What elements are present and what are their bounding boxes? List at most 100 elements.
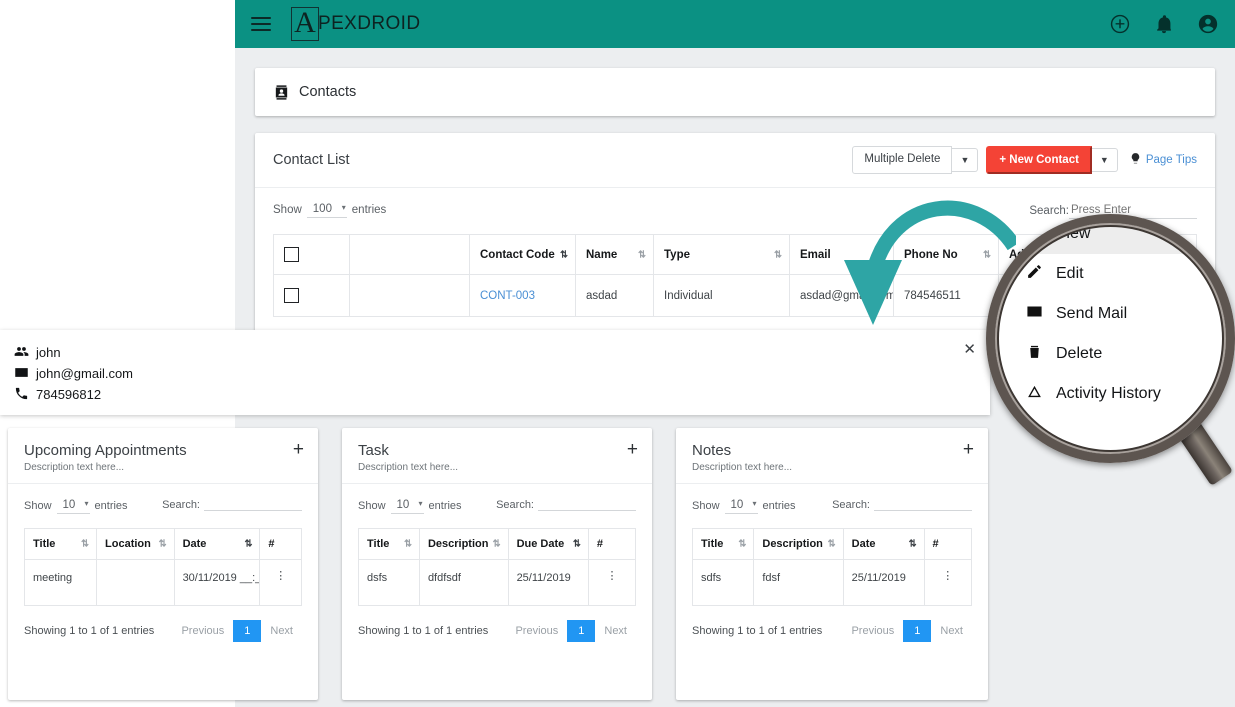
table-row[interactable]: dsfs dfdfsdf 25/11/2019 ⋮: [358, 559, 637, 606]
contact-list-search-input[interactable]: [1069, 202, 1197, 219]
panel-header: Upcoming Appointments Description text h…: [8, 428, 318, 484]
brand-logo[interactable]: A PEXDROID: [291, 7, 420, 41]
panel-page-length-select[interactable]: 10: [390, 498, 424, 514]
contact-name-text: john: [36, 345, 61, 360]
panel-header: Task Description text here... +: [342, 428, 652, 484]
panel-title: Task: [358, 442, 389, 459]
page-header-card: Contacts: [255, 68, 1215, 116]
column-header-date[interactable]: Date ⇅: [173, 528, 261, 560]
table-info: Showing 1 to 1 of 1 entries: [24, 625, 155, 637]
contact-code-link[interactable]: CONT-003: [480, 290, 535, 302]
panel-page-length-select[interactable]: 10: [56, 498, 90, 514]
panel-footer: Showing 1 to 1 of 1 entries Previous 1 N…: [692, 620, 972, 642]
column-header-title[interactable]: Title ⇅: [23, 528, 98, 560]
notifications-bell-icon[interactable]: [1153, 13, 1175, 35]
sort-icon: ⇅: [774, 249, 782, 260]
column-header-due-date[interactable]: Due Date ⇅: [507, 528, 589, 560]
column-header-title[interactable]: Title ⇅: [691, 528, 755, 560]
table-info: Showing 1 to 1 of 1 entries: [692, 625, 823, 637]
search-label: Search:: [1029, 204, 1069, 217]
contact-list-page-length-select[interactable]: 100: [306, 202, 347, 218]
panel-body: Show 10 entries Search: Title⇅ Descripti…: [342, 484, 652, 642]
cell-address: [998, 274, 1109, 317]
add-circle-icon[interactable]: [1109, 13, 1131, 35]
panel-search-input[interactable]: [538, 498, 636, 511]
column-header-title[interactable]: Title ⇅: [358, 528, 420, 560]
contact-name-row: john: [14, 342, 990, 363]
cell-phone: 784546511: [893, 274, 999, 317]
row-actions-kebab-icon[interactable]: ⋮: [259, 559, 302, 606]
new-contact-button[interactable]: + New Contact: [986, 146, 1092, 174]
panel-search: Search:: [162, 498, 302, 511]
phone-icon: [14, 386, 29, 404]
cell-date: 30/11/2019 __:__: [173, 559, 261, 606]
multiple-delete-button[interactable]: Multiple Delete: [852, 146, 953, 174]
page-tips-link[interactable]: Page Tips: [1129, 152, 1197, 168]
add-task-button[interactable]: +: [627, 440, 638, 459]
panel-footer: Showing 1 to 1 of 1 entries Previous 1 N…: [358, 620, 636, 642]
page-tips-label: Page Tips: [1145, 154, 1197, 166]
add-appointment-button[interactable]: +: [293, 440, 304, 459]
panel-search-input[interactable]: [204, 498, 302, 511]
sort-icon: ⇅: [403, 538, 412, 550]
column-header-phone-no[interactable]: Phone No ⇅: [893, 234, 999, 275]
table-row[interactable]: CONT-003 asdad Individual asdad@gmail.co…: [273, 274, 1197, 317]
sort-icon: ⇅: [983, 249, 991, 260]
new-contact-dropdown-caret[interactable]: ▼: [1091, 148, 1118, 172]
column-header-location[interactable]: Location ⇅: [96, 528, 175, 560]
column-header-type[interactable]: Type ⇅: [653, 234, 790, 275]
multiple-delete-dropdown-caret[interactable]: ▼: [952, 147, 979, 173]
next-page-button[interactable]: Next: [261, 620, 302, 642]
contact-quick-view-popup: john john@gmail.com 784596812 ✕: [0, 330, 990, 415]
cell-contact-code: CONT-003: [469, 274, 576, 317]
topbar-actions: [1109, 13, 1219, 35]
page-number-button[interactable]: 1: [233, 620, 262, 642]
table-row[interactable]: meeting 30/11/2019 __:__ ⋮: [23, 559, 302, 606]
column-header-name[interactable]: Name ⇅: [575, 234, 654, 275]
column-header-modified-on[interactable]: Modified O: [1108, 234, 1197, 275]
show-label: Show: [692, 500, 720, 512]
column-header-actions[interactable]: #: [259, 528, 302, 560]
row-actions-kebab-icon[interactable]: ⋮: [587, 559, 637, 606]
contact-list-table: Contact Code ⇅ Name ⇅ Type ⇅ Email ⇅ Pho…: [273, 234, 1197, 317]
column-header-address[interactable]: Address: [998, 234, 1109, 275]
cell-title: sdfs: [691, 559, 755, 606]
contact-list-body: Show 100 entries Search:: [255, 188, 1215, 317]
table-row[interactable]: sdfs fdsf 25/11/2019 ⋮: [691, 559, 973, 606]
next-page-button[interactable]: Next: [595, 620, 636, 642]
close-icon[interactable]: ✕: [963, 342, 976, 357]
previous-page-button[interactable]: Previous: [172, 620, 233, 642]
add-note-button[interactable]: +: [963, 440, 974, 459]
cell-description: fdsf: [753, 559, 844, 606]
entries-label: entries: [428, 500, 462, 512]
sort-icon: ⇅: [492, 538, 501, 550]
column-header-email[interactable]: Email ⇅: [789, 234, 894, 275]
row-checkbox[interactable]: [284, 288, 299, 303]
contact-list-card: Contact List Multiple Delete ▼ + New Con…: [255, 133, 1215, 338]
column-header-date[interactable]: Date ⇅: [842, 528, 925, 560]
column-header-contact-code[interactable]: Contact Code ⇅: [469, 234, 576, 275]
column-header-description[interactable]: Description ⇅: [418, 528, 509, 560]
cell-type: Individual: [653, 274, 790, 317]
row-actions-kebab-icon[interactable]: ⋮: [923, 559, 973, 606]
hamburger-menu-icon[interactable]: [251, 17, 271, 31]
select-all-checkbox[interactable]: [284, 247, 299, 262]
show-label: Show: [358, 500, 386, 512]
row-select-cell: [273, 274, 350, 317]
top-navigation-bar: A PEXDROID: [235, 0, 1235, 48]
panel-search-input[interactable]: [874, 498, 972, 511]
account-circle-icon[interactable]: [1197, 13, 1219, 35]
page-number-button[interactable]: 1: [903, 620, 932, 642]
previous-page-button[interactable]: Previous: [506, 620, 567, 642]
column-header-actions[interactable]: #: [923, 528, 973, 560]
panel-page-length-select[interactable]: 10: [724, 498, 758, 514]
panel-footer: Showing 1 to 1 of 1 entries Previous 1 N…: [24, 620, 302, 642]
page-number-button[interactable]: 1: [567, 620, 596, 642]
column-header-description[interactable]: Description ⇅: [753, 528, 844, 560]
previous-page-button[interactable]: Previous: [842, 620, 903, 642]
next-page-button[interactable]: Next: [931, 620, 972, 642]
cell-email: asdad@gmail.com: [789, 274, 894, 317]
column-header[interactable]: [349, 234, 470, 275]
column-header-actions[interactable]: #: [587, 528, 637, 560]
contacts-book-icon: [273, 84, 290, 101]
